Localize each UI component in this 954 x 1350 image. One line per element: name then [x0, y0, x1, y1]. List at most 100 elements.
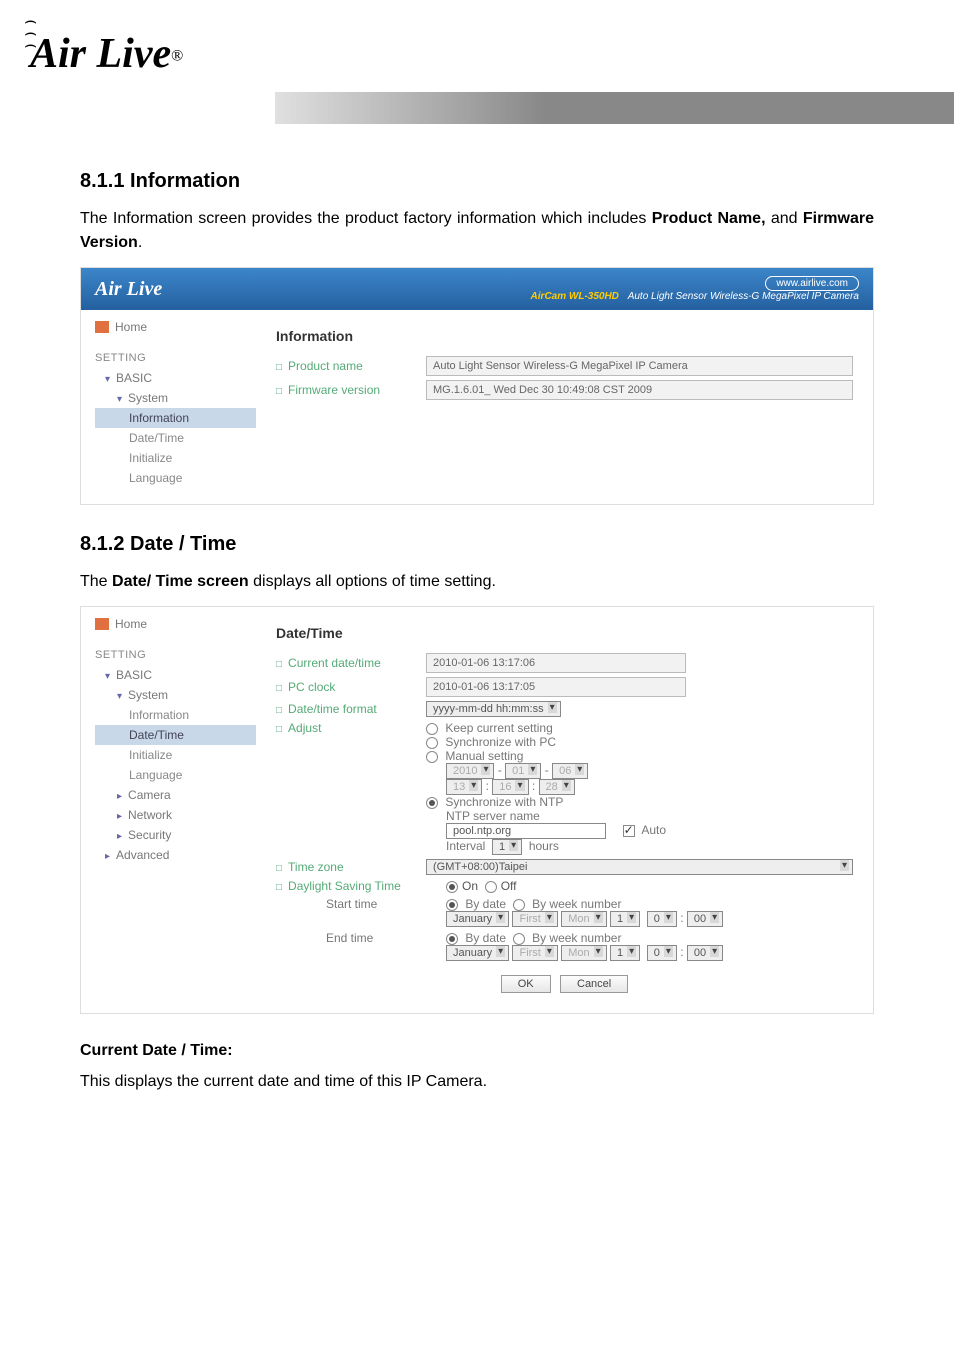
start-month[interactable]: January: [446, 911, 509, 927]
start-mon[interactable]: Mon: [561, 911, 606, 927]
adjust-keep-row[interactable]: Keep current setting: [426, 721, 853, 735]
dst-label: Daylight Saving Time: [276, 879, 446, 893]
end-day[interactable]: 1: [610, 945, 640, 961]
brand-bar: Air Live www.airlive.com AirCam WL-350HD…: [81, 268, 873, 310]
end-min[interactable]: 00: [687, 945, 723, 961]
datetime-format-label: Date/time format: [276, 702, 426, 716]
logo-reg: ®: [171, 48, 183, 65]
firmware-version-label: Firmware version: [276, 383, 426, 397]
sidebar-basic-label-2: BASIC: [116, 668, 152, 682]
manual-ss[interactable]: 28: [539, 779, 575, 795]
end-byweek-label: By week number: [532, 931, 621, 945]
sidebar-system-2[interactable]: System: [95, 685, 256, 705]
decorative-band: [275, 92, 954, 124]
pc-clock-label: PC clock: [276, 680, 426, 694]
radio-sync-ntp[interactable]: [426, 797, 438, 809]
sidebar-setting-label: SETTING: [95, 352, 256, 364]
radio-end-bydate[interactable]: [446, 933, 458, 945]
info-para-prefix: The Information screen provides the prod…: [80, 210, 652, 227]
current-datetime-label: Current date/time: [276, 656, 426, 670]
info-para-suffix: .: [138, 234, 142, 251]
sidebar-security[interactable]: Security: [95, 825, 256, 845]
sidebar-basic-2[interactable]: BASIC: [95, 665, 256, 685]
radio-keep[interactable]: [426, 723, 438, 735]
home-icon: [95, 321, 109, 333]
dt-para-bold: Date/ Time screen: [112, 573, 249, 590]
manual-day[interactable]: 06: [552, 763, 588, 779]
sidebar-leaf-initialize[interactable]: Initialize: [95, 448, 256, 468]
adjust-manual-label: Manual setting: [445, 749, 523, 763]
manual-hh[interactable]: 13: [446, 779, 482, 795]
information-panel: Air Live www.airlive.com AirCam WL-350HD…: [80, 267, 874, 505]
sidebar-home-2[interactable]: Home: [95, 617, 256, 631]
sidebar-basic[interactable]: BASIC: [95, 368, 256, 388]
radio-end-byweek[interactable]: [513, 933, 525, 945]
current-date-time-paragraph: This displays the current date and time …: [80, 1070, 874, 1094]
airlive-logo: ⌢⌢⌢ Air Live®: [30, 30, 183, 78]
ntp-server-input[interactable]: pool.ntp.org: [446, 823, 606, 839]
timezone-select[interactable]: (GMT+08:00)Taipei: [426, 859, 853, 875]
start-time-label: Start time: [276, 897, 446, 911]
sidebar-leaf-datetime-2[interactable]: Date/Time: [95, 725, 256, 745]
sidebar-leaf-information[interactable]: Information: [95, 408, 256, 428]
current-date-time-heading: Current Date / Time:: [80, 1042, 874, 1060]
sidebar-system[interactable]: System: [95, 388, 256, 408]
auto-checkbox[interactable]: [623, 825, 635, 837]
cancel-button[interactable]: Cancel: [560, 975, 628, 993]
dst-off-label: Off: [501, 879, 517, 893]
sidebar-home[interactable]: Home: [95, 320, 256, 334]
radio-start-byweek[interactable]: [513, 899, 525, 911]
brand-desc: Auto Light Sensor Wireless-G MegaPixel I…: [628, 291, 859, 302]
brand-model: AirCam WL-350HD: [531, 291, 619, 302]
start-day[interactable]: 1: [610, 911, 640, 927]
end-month[interactable]: January: [446, 945, 509, 961]
pc-clock-value: 2010-01-06 13:17:05: [426, 677, 686, 697]
sidebar-leaf-language-2[interactable]: Language: [95, 765, 256, 785]
adjust-syncntp-row[interactable]: Synchronize with NTP: [426, 795, 853, 809]
sidebar-network[interactable]: Network: [95, 805, 256, 825]
wifi-arcs-icon: ⌢⌢⌢: [24, 15, 37, 51]
adjust-syncpc-row[interactable]: Synchronize with PC: [426, 735, 853, 749]
interval-unit: hours: [529, 839, 559, 853]
radio-start-bydate[interactable]: [446, 899, 458, 911]
end-first[interactable]: First: [512, 945, 557, 961]
radio-dst-on[interactable]: [446, 881, 458, 893]
sidebar-camera[interactable]: Camera: [95, 785, 256, 805]
ok-button[interactable]: OK: [501, 975, 551, 993]
sidebar-advanced[interactable]: Advanced: [95, 845, 256, 865]
section-heading-datetime: 8.1.2 Date / Time: [80, 533, 874, 556]
firmware-version-value: MG.1.6.01_ Wed Dec 30 10:49:08 CST 2009: [426, 380, 853, 400]
end-hour[interactable]: 0: [647, 945, 677, 961]
end-time-label: End time: [276, 931, 446, 945]
current-datetime-value: 2010-01-06 13:17:06: [426, 653, 686, 673]
sidebar: Home SETTING BASIC System Information Da…: [81, 310, 256, 504]
end-mon[interactable]: Mon: [561, 945, 606, 961]
adjust-manual-row[interactable]: Manual setting: [426, 749, 853, 763]
manual-month[interactable]: 01: [505, 763, 541, 779]
radio-manual[interactable]: [426, 751, 438, 763]
adjust-syncntp-label: Synchronize with NTP: [445, 795, 563, 809]
sidebar-leaf-information-2[interactable]: Information: [95, 705, 256, 725]
datetime-format-select[interactable]: yyyy-mm-dd hh:mm:ss: [426, 701, 561, 717]
dt-para-prefix: The: [80, 573, 112, 590]
manual-year[interactable]: 2010: [446, 763, 494, 779]
datetime-panel: Home SETTING BASIC System Information Da…: [80, 606, 874, 1014]
start-hour[interactable]: 0: [647, 911, 677, 927]
manual-mm[interactable]: 16: [492, 779, 528, 795]
radio-sync-pc[interactable]: [426, 737, 438, 749]
radio-dst-off[interactable]: [485, 881, 497, 893]
content-title-2: Date/Time: [276, 625, 853, 641]
sidebar-leaf-initialize-2[interactable]: Initialize: [95, 745, 256, 765]
sidebar-network-label: Network: [128, 808, 172, 822]
sidebar-basic-label: BASIC: [116, 371, 152, 385]
start-min[interactable]: 00: [687, 911, 723, 927]
start-first[interactable]: First: [512, 911, 557, 927]
sidebar-leaf-language[interactable]: Language: [95, 468, 256, 488]
information-paragraph: The Information screen provides the prod…: [80, 207, 874, 255]
sidebar-system-label: System: [128, 391, 168, 405]
end-bydate-label: By date: [465, 931, 506, 945]
adjust-keep-label: Keep current setting: [445, 721, 552, 735]
sidebar-leaf-datetime[interactable]: Date/Time: [95, 428, 256, 448]
sidebar-home-label-2: Home: [115, 617, 147, 631]
interval-select[interactable]: 1: [492, 839, 522, 855]
